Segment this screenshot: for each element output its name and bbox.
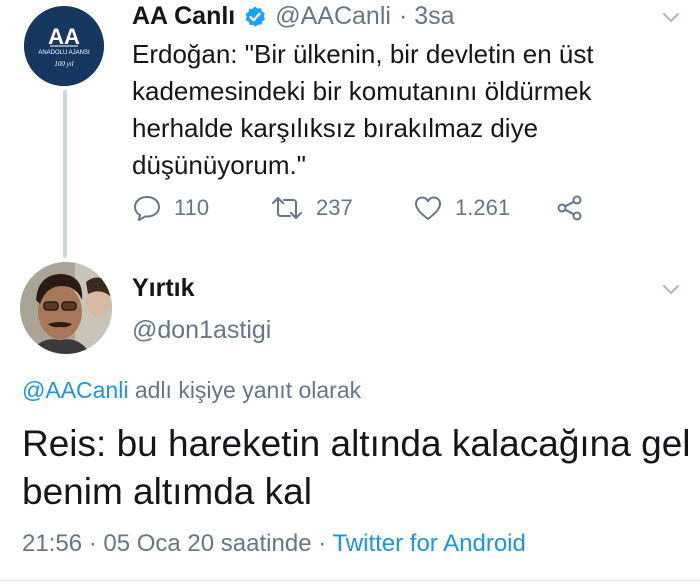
avatar-photo [20, 262, 112, 354]
like-action[interactable]: 1.261 [413, 194, 510, 222]
like-icon[interactable] [413, 194, 455, 222]
reply-to-mention[interactable]: @AACanli [22, 377, 128, 403]
original-time[interactable]: · 3sa [399, 2, 455, 31]
reply-tweet-text: Reis: bu hareketin altında kalacağına ge… [22, 423, 691, 512]
reply-action[interactable]: 110 [132, 194, 209, 222]
replying-to-line: @AACanli adlı kişiye yanıt olarak [22, 377, 361, 404]
retweet-icon[interactable] [270, 194, 316, 222]
aa-logo: AA ANADOLU AJANSI 100 yıl [24, 6, 104, 86]
tweet-timestamp[interactable]: 21:56 · 05 Oca 20 saatinde · [22, 530, 332, 557]
share-action[interactable] [555, 194, 597, 222]
aa-logo-text: AA [48, 24, 80, 49]
share-icon[interactable] [555, 194, 597, 222]
aa-logo-subtext: ANADOLU AJANSI [38, 50, 90, 56]
original-handle[interactable]: @AACanli [275, 2, 391, 31]
reply-count: 110 [174, 195, 210, 220]
reply-icon[interactable] [132, 194, 174, 222]
chevron-down-icon[interactable] [660, 6, 682, 33]
reply-handle[interactable]: @don1astigi [132, 316, 271, 345]
reply-to-suffix: adlı kişiye yanıt olarak [128, 377, 362, 403]
retweet-count: 237 [316, 195, 353, 220]
bottom-divider [0, 580, 700, 581]
reply-chevron-down-icon[interactable] [660, 278, 682, 305]
like-count: 1.261 [455, 195, 511, 220]
original-display-name[interactable]: AA Canlı [132, 2, 235, 31]
yirtik-avatar[interactable] [20, 262, 112, 354]
retweet-action[interactable]: 237 [270, 194, 353, 222]
tweet-source[interactable]: Twitter for Android [332, 530, 525, 557]
verified-badge-icon [243, 5, 267, 29]
thread-connector-line [63, 90, 67, 258]
aa-logo-badge: 100 yıl [54, 60, 73, 68]
aa-avatar[interactable]: AA ANADOLU AJANSI 100 yıl [24, 6, 104, 86]
original-tweet-header: AA Canlı @AACanli · 3sa [132, 2, 455, 31]
original-tweet-text: Erdoğan: "Bir ülkenin, bir devletin en ü… [132, 39, 594, 180]
reply-display-name[interactable]: Yırtık [132, 274, 195, 303]
tweet-meta: 21:56 · 05 Oca 20 saatinde · Twitter for… [22, 530, 526, 558]
